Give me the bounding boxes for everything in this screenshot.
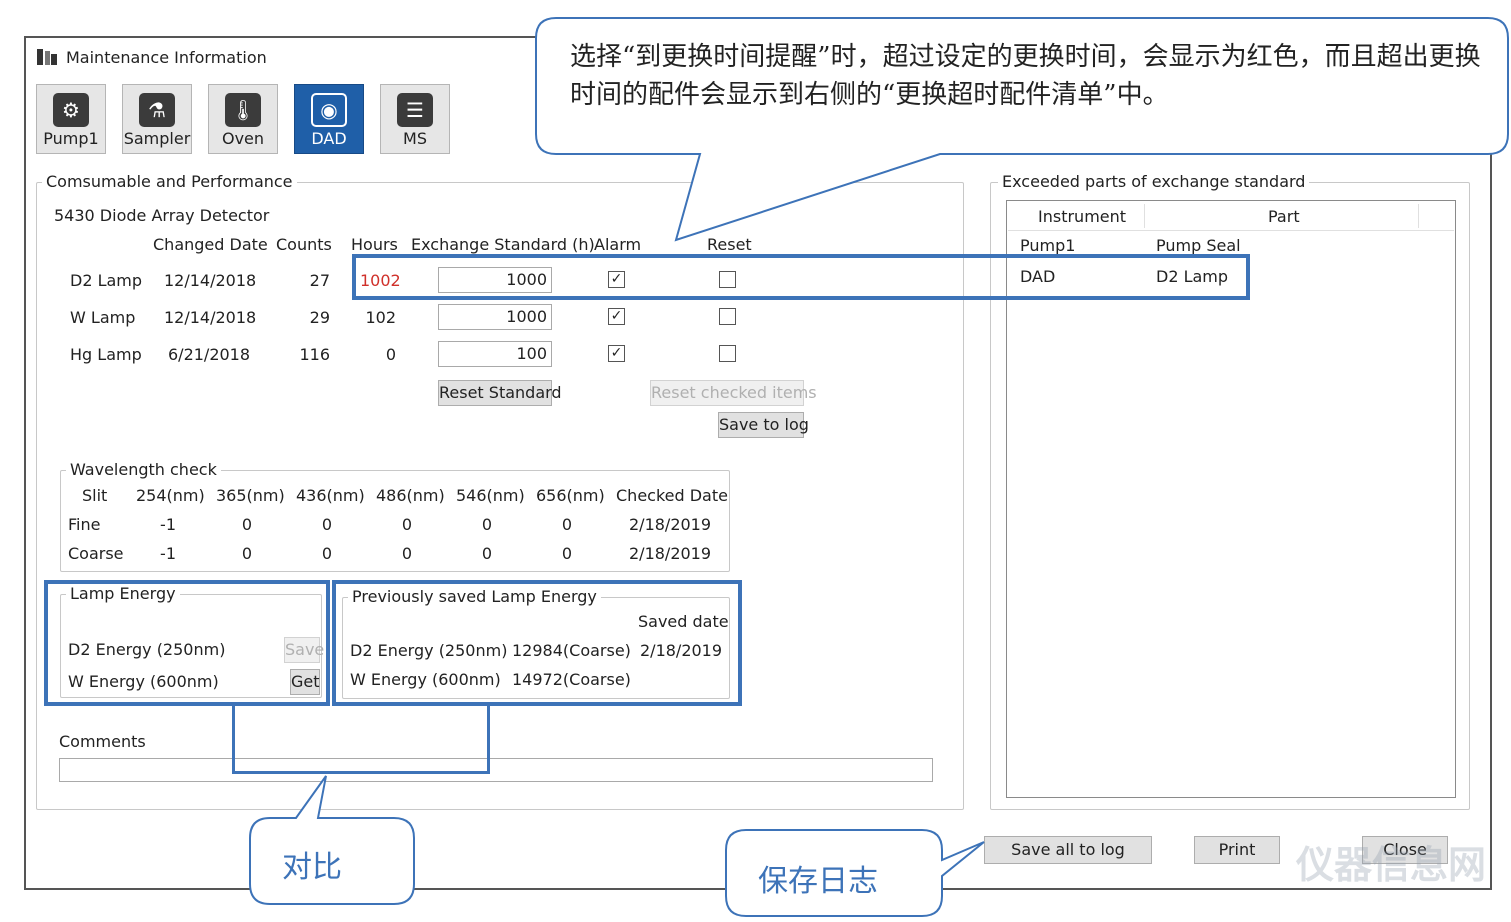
callout-compare-text: 对比	[282, 850, 342, 885]
callout-top-text: 选择“到更换时间提醒”时，超过设定的更换时间，会显示为红色，而且超出更换时间的配…	[570, 42, 1481, 110]
callout-save-log-text: 保存日志	[758, 864, 878, 899]
watermark: 仪器信息网	[1296, 843, 1487, 887]
callout-shapes	[249, 17, 1509, 917]
